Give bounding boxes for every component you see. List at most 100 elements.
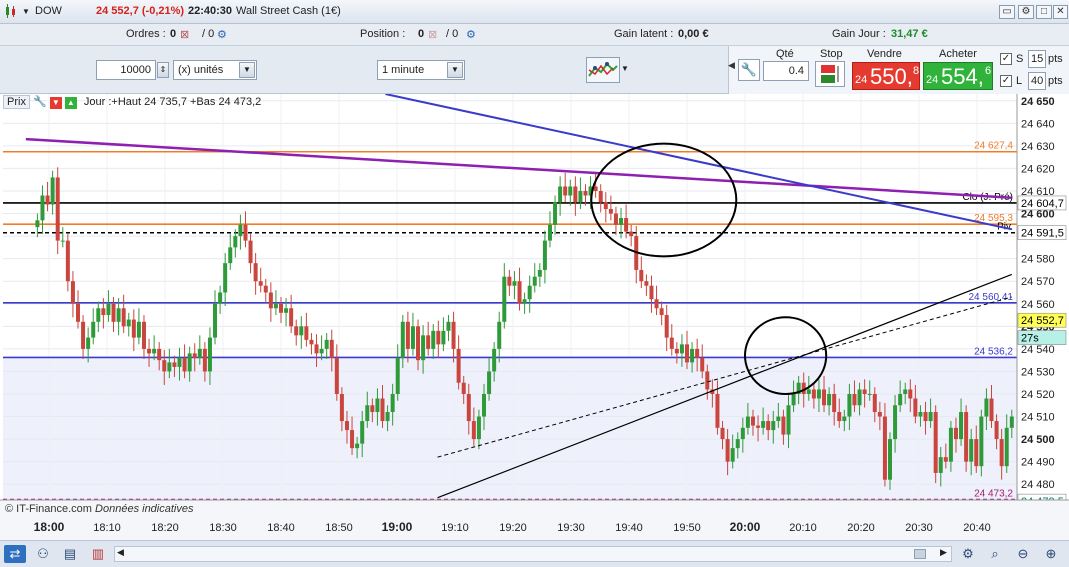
candle-body	[502, 276, 507, 322]
stop-toggle-icon[interactable]	[815, 61, 845, 87]
candle-body	[933, 412, 938, 473]
qty-input[interactable]: 0.4	[763, 61, 809, 81]
settings-gear-icon[interactable]: ⚙	[1018, 5, 1034, 19]
candle-body	[857, 389, 862, 406]
x-tick-label: 20:30	[905, 522, 933, 534]
level-label: 24 627,4	[974, 141, 1013, 152]
candle-body	[294, 326, 299, 336]
panel-toggle-icon[interactable]: ◀	[728, 60, 735, 71]
orders-link-icon[interactable]: ⚙	[217, 28, 227, 41]
account-info-bar: Ordres : 0 ⊠ / 0 ⚙ Position : 0 ⊠ / 0 ⚙ …	[0, 24, 1069, 46]
symbol-dropdown-icon[interactable]: ▼	[22, 7, 30, 16]
candle-body	[705, 371, 710, 390]
share-icon[interactable]: ⇄	[4, 545, 26, 563]
candle-body	[147, 348, 152, 354]
wrench-small-icon[interactable]: 🔧	[33, 96, 47, 108]
title-bar: ▼ DOW 24 552,7 (-0,21%) 22:40:30 Wall St…	[0, 0, 1069, 24]
s-checkbox[interactable]: ✓	[1000, 53, 1012, 65]
scroll-right-icon[interactable]: ▶	[940, 547, 947, 558]
x-tick-label: 20:00	[730, 520, 761, 534]
candle-body	[690, 348, 695, 363]
chart-type-icon[interactable]	[586, 57, 620, 83]
position-link-icon[interactable]: ⚙	[466, 28, 476, 41]
candle-body	[832, 393, 837, 413]
candle-body	[629, 231, 634, 237]
symbol-name[interactable]: DOW	[35, 5, 62, 17]
quantity-input[interactable]: 10000	[96, 60, 156, 80]
price-chart[interactable]: 24 627,4Clo (J. Pré)24 595,3Piv.24 560,4…	[0, 93, 1069, 540]
candle-body	[781, 416, 786, 435]
candle-body	[639, 269, 644, 282]
orders-cancel-icon[interactable]: ⊠	[180, 28, 189, 41]
candle-body	[1009, 416, 1014, 428]
zoom-in-icon[interactable]: ⊕	[1041, 545, 1061, 563]
candle-body	[822, 389, 827, 406]
candle-body	[400, 321, 405, 358]
candle-body	[86, 337, 91, 349]
candle-body	[507, 276, 512, 286]
candle-body	[964, 412, 969, 462]
candle-body	[76, 303, 80, 322]
candle-body	[903, 389, 908, 394]
y-tick-label: 24 500	[1021, 434, 1055, 446]
gain-latent-value: 0,00 €	[678, 28, 709, 40]
candle-body	[913, 398, 918, 417]
close-icon[interactable]: ✕	[1053, 5, 1068, 19]
candle-body	[233, 236, 238, 248]
indicators-icon[interactable]: ▥	[88, 545, 108, 563]
candle-body	[715, 393, 720, 428]
candle-body	[664, 315, 669, 338]
price-tag-label: 24 604,7	[1021, 198, 1064, 210]
candle-body	[624, 218, 629, 232]
table-icon[interactable]: ▤	[60, 545, 80, 563]
quantity-stepper[interactable]: ⇕	[157, 62, 169, 78]
candle-body	[898, 393, 903, 406]
candle-body	[258, 281, 263, 286]
candle-body	[659, 308, 664, 316]
candle-body	[268, 292, 273, 309]
scroll-left-icon[interactable]: ◀	[117, 547, 124, 558]
buy-arrow-icon[interactable]: ▲	[64, 97, 77, 109]
candle-body	[700, 357, 705, 372]
x-tick-label: 18:40	[267, 522, 295, 534]
candle-body	[568, 186, 573, 196]
candle-body	[761, 421, 766, 428]
candle-body	[304, 326, 309, 340]
level-label: 24 473,2	[974, 489, 1013, 500]
position-cancel-icon[interactable]: ⊠	[428, 28, 437, 41]
candle-body	[558, 186, 563, 203]
candle-body	[243, 224, 248, 241]
maximize-icon[interactable]: □	[1036, 5, 1052, 19]
gain-latent-label: Gain latent :	[614, 28, 674, 40]
candle-body	[771, 421, 776, 431]
chart-panel[interactable]: 24 627,4Clo (J. Pré)24 595,3Piv.24 560,4…	[0, 93, 1069, 540]
s-points-input[interactable]: 15	[1028, 50, 1046, 68]
wrench-icon[interactable]: 🔧	[738, 59, 760, 81]
sell-button[interactable]: 24 550, 8	[852, 62, 920, 90]
orders-total: / 0	[202, 28, 215, 40]
zoom-fit-icon[interactable]: ⌕	[985, 545, 1005, 563]
cursor-settings-icon[interactable]: ⚙	[958, 545, 978, 563]
candle-body	[395, 357, 400, 394]
unit-dropdown-icon[interactable]: ▼	[239, 62, 255, 78]
restore-icon[interactable]: ▭	[999, 5, 1015, 19]
network-icon[interactable]: ⚇	[33, 545, 53, 563]
candle-body	[273, 303, 278, 309]
candle-body	[948, 427, 953, 462]
horizontal-scrollbar[interactable]: ◀ ▶	[114, 546, 952, 562]
candle-body	[410, 326, 415, 349]
candle-body	[750, 416, 755, 426]
candle-body	[877, 412, 882, 417]
l-points-input[interactable]: 40	[1028, 72, 1046, 90]
chart-type-dropdown-icon[interactable]: ▼	[621, 64, 629, 73]
candle-body	[553, 202, 558, 225]
scroll-thumb[interactable]	[914, 549, 926, 559]
l-checkbox[interactable]: ✓	[1000, 75, 1012, 87]
interval-dropdown-icon[interactable]: ▼	[447, 62, 463, 78]
sell-label: Vendre	[867, 48, 902, 60]
zoom-out-icon[interactable]: ⊖	[1013, 545, 1033, 563]
sell-arrow-icon[interactable]: ▼	[49, 97, 62, 109]
candle-body	[152, 348, 157, 354]
buy-button[interactable]: 24 554, 6	[923, 62, 993, 90]
candle-body	[187, 353, 192, 372]
